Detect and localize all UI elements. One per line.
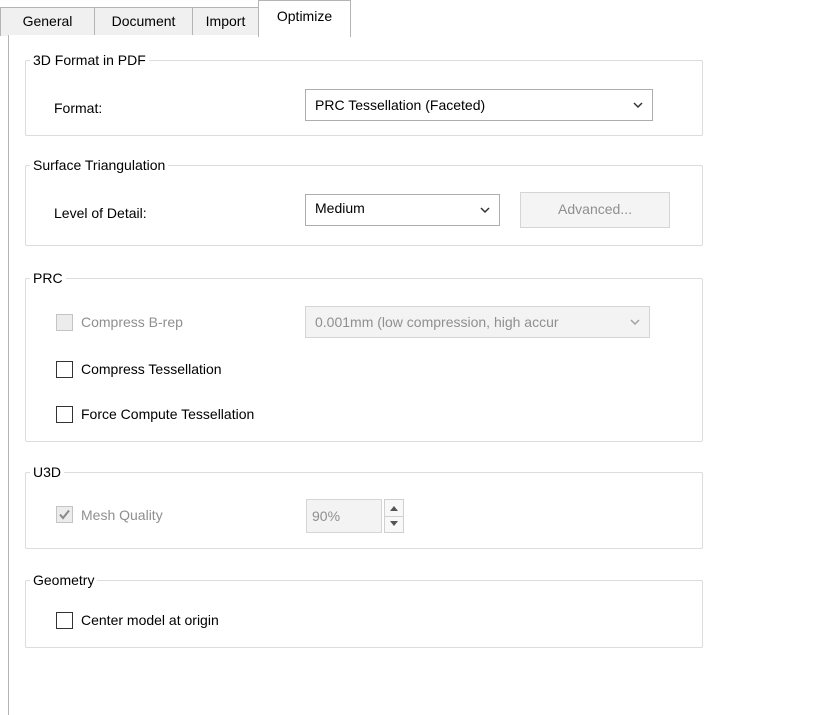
chevron-down-icon <box>630 319 640 326</box>
force-compute-tessellation-label: Force Compute Tessellation <box>81 406 255 422</box>
group-prc: PRC Compress B-rep 0.001mm (low compress… <box>25 269 703 442</box>
level-of-detail-select[interactable]: Medium <box>305 194 500 226</box>
tab-import[interactable]: Import <box>192 7 259 36</box>
format-select-value: PRC Tessellation (Faceted) <box>315 97 486 113</box>
group-surface-legend: Surface Triangulation <box>30 156 169 174</box>
mesh-quality-checkbox[interactable] <box>56 506 73 523</box>
compress-brep-label: Compress B-rep <box>81 314 183 330</box>
chevron-down-icon <box>480 207 490 214</box>
group-surface-triangulation: Surface Triangulation Level of Detail: M… <box>25 156 703 246</box>
mesh-quality-input[interactable]: 90% <box>306 499 382 533</box>
group-3d-format-legend: 3D Format in PDF <box>30 51 149 69</box>
center-model-label: Center model at origin <box>81 612 219 628</box>
group-geometry: Geometry Center model at origin <box>25 571 703 648</box>
level-of-detail-value: Medium <box>315 200 365 216</box>
arrow-down-icon <box>390 521 398 526</box>
compress-tessellation-checkbox[interactable] <box>56 361 73 378</box>
checkmark-icon <box>59 509 70 520</box>
format-label: Format: <box>54 100 103 116</box>
advanced-button[interactable]: Advanced... <box>520 192 670 228</box>
group-u3d: U3D Mesh Quality 90% <box>25 463 703 549</box>
tab-document[interactable]: Document <box>94 7 193 36</box>
group-geometry-legend: Geometry <box>30 571 98 589</box>
compression-level-value: 0.001mm (low compression, high accur <box>315 314 559 330</box>
tab-general[interactable]: General <box>0 7 95 36</box>
mesh-quality-stepper[interactable] <box>384 499 404 533</box>
group-u3d-legend: U3D <box>30 463 65 481</box>
group-3d-format: 3D Format in PDF Format: PRC Tessellatio… <box>25 51 703 136</box>
tab-optimize[interactable]: Optimize <box>258 0 351 37</box>
stepper-down-button[interactable] <box>385 516 403 532</box>
mesh-quality-label: Mesh Quality <box>81 507 163 523</box>
stepper-up-button[interactable] <box>385 500 403 516</box>
group-prc-legend: PRC <box>30 269 66 287</box>
compress-tessellation-label: Compress Tessellation <box>81 361 222 377</box>
optimize-panel: 3D Format in PDF Format: PRC Tessellatio… <box>8 35 813 715</box>
chevron-down-icon <box>633 102 643 109</box>
center-model-checkbox[interactable] <box>56 612 73 629</box>
compression-level-select[interactable]: 0.001mm (low compression, high accur <box>305 306 650 338</box>
force-compute-tessellation-checkbox[interactable] <box>56 406 73 423</box>
tab-strip: General Document Import Optimize <box>0 0 813 37</box>
arrow-up-icon <box>390 506 398 511</box>
compress-brep-checkbox[interactable] <box>56 314 73 331</box>
format-select[interactable]: PRC Tessellation (Faceted) <box>305 89 653 121</box>
level-of-detail-label: Level of Detail: <box>54 205 147 221</box>
